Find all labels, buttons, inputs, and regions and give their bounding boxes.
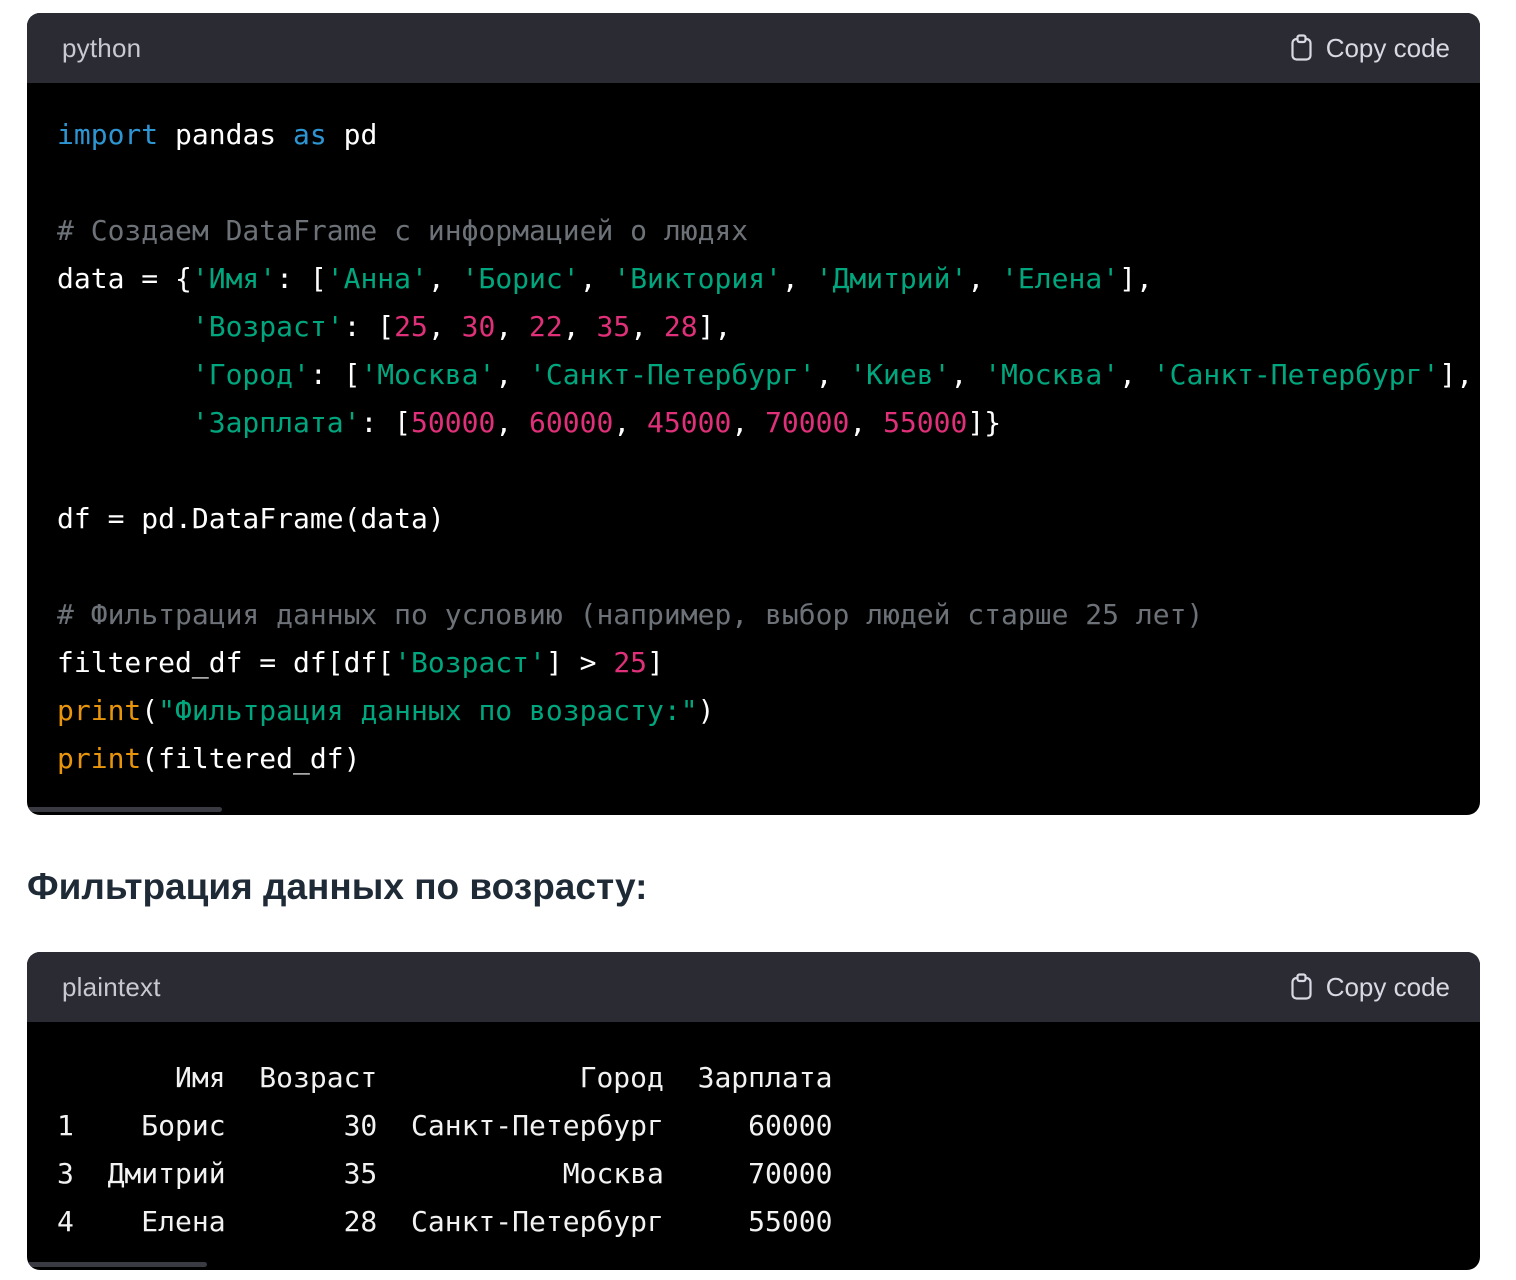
clipboard-icon	[1290, 34, 1313, 62]
code-line: print(filtered_df)	[57, 735, 1450, 783]
code-line: 'Зарплата': [50000, 60000, 45000, 70000,…	[57, 399, 1450, 447]
code-line: data = {'Имя': ['Анна', 'Борис', 'Виктор…	[57, 255, 1450, 303]
code-line: 'Возраст': [25, 30, 22, 35, 28],	[57, 303, 1450, 351]
code-line: filtered_df = df[df['Возраст'] > 25]	[57, 639, 1450, 687]
code-line: Имя Возраст Город Зарплата	[57, 1054, 1450, 1102]
code-line: 1 Борис 30 Санкт-Петербург 60000	[57, 1102, 1450, 1150]
code-line: print("Фильтрация данных по возрасту:")	[57, 687, 1450, 735]
code-line: # Создаем DataFrame с информацией о людя…	[57, 207, 1450, 255]
chat-message-content: python Copy code import pandas as pd # С…	[0, 0, 1516, 1270]
language-label: plaintext	[62, 972, 161, 1003]
code-line: import pandas as pd	[57, 111, 1450, 159]
horizontal-scrollbar-thumb[interactable]	[27, 1262, 207, 1267]
code-line: df = pd.DataFrame(data)	[57, 495, 1450, 543]
code-line: # Фильтрация данных по условию (например…	[57, 591, 1450, 639]
python-code-content: import pandas as pd # Создаем DataFrame …	[27, 83, 1480, 815]
copy-code-button[interactable]: Copy code	[1290, 33, 1450, 64]
plaintext-output-content: Имя Возраст Город Зарплата1 Борис 30 Сан…	[27, 1022, 1480, 1270]
code-block-python: python Copy code import pandas as pd # С…	[27, 13, 1480, 815]
copy-code-label: Copy code	[1326, 972, 1450, 1003]
code-line: 4 Елена 28 Санкт-Петербург 55000	[57, 1198, 1450, 1246]
clipboard-icon	[1290, 973, 1313, 1001]
code-line	[57, 447, 1450, 495]
code-line	[57, 543, 1450, 591]
horizontal-scrollbar-thumb[interactable]	[27, 807, 222, 812]
language-label: python	[62, 33, 141, 64]
code-block-plaintext: plaintext Copy code Имя Возраст Город За…	[27, 952, 1480, 1270]
code-line: 'Город': ['Москва', 'Санкт-Петербург', '…	[57, 351, 1450, 399]
output-section-heading: Фильтрация данных по возрасту:	[27, 865, 1487, 909]
code-block-header: plaintext Copy code	[27, 952, 1480, 1022]
code-line	[57, 159, 1450, 207]
code-block-header: python Copy code	[27, 13, 1480, 83]
copy-code-label: Copy code	[1326, 33, 1450, 64]
code-line: 3 Дмитрий 35 Москва 70000	[57, 1150, 1450, 1198]
copy-code-button[interactable]: Copy code	[1290, 972, 1450, 1003]
